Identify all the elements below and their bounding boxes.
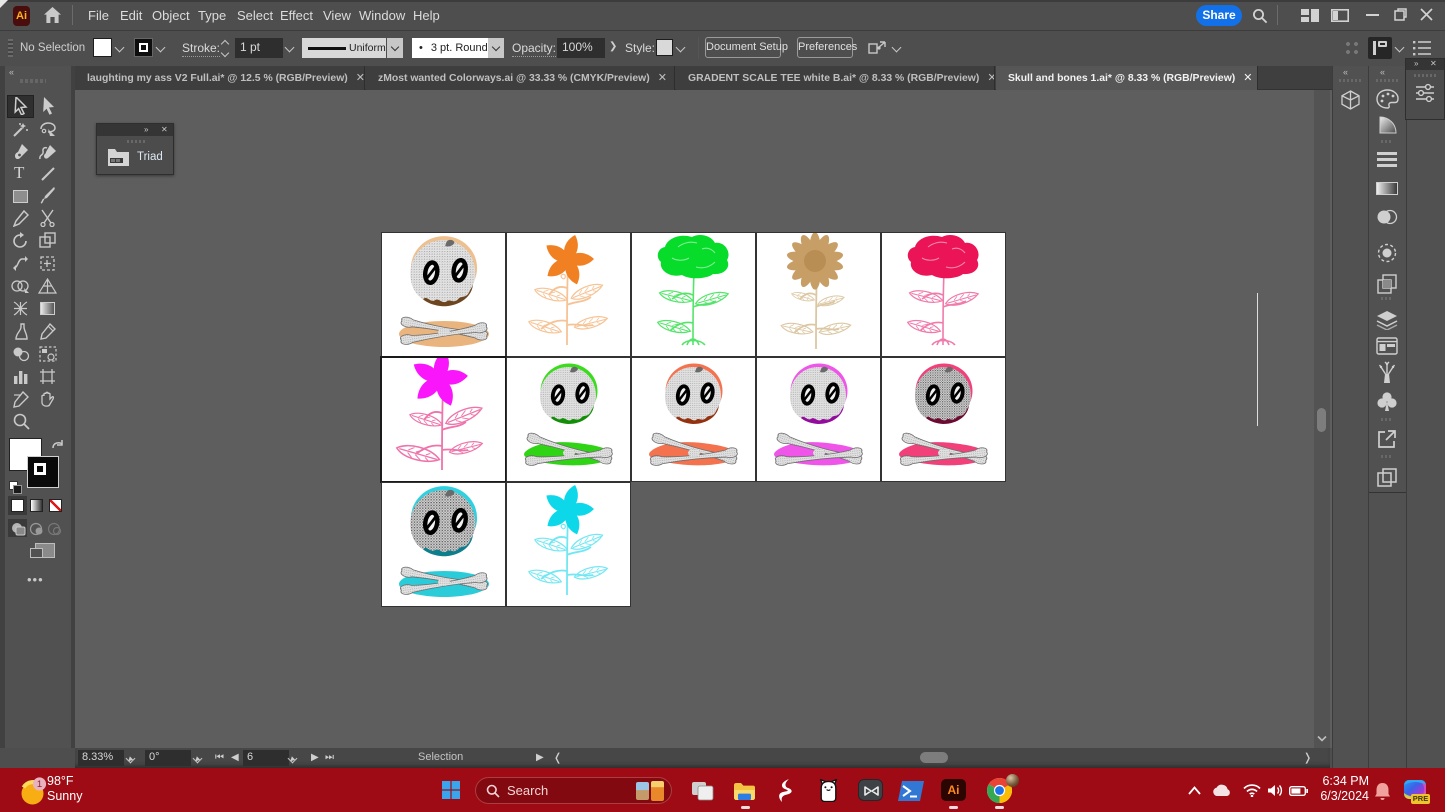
svg-text:1: 1 [37, 779, 42, 790]
